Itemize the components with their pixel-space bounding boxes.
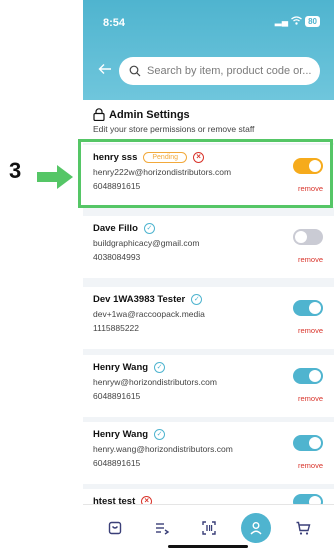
toggle-knob — [309, 437, 321, 449]
step-arrow-icon — [37, 165, 73, 189]
staff-name: Henry Wang — [93, 429, 149, 440]
toggle-knob — [309, 302, 321, 314]
toggle-knob — [309, 160, 321, 172]
staff-phone: 6048891615 — [93, 391, 141, 401]
staff-name-row: Henry Wang ✓ — [93, 362, 324, 373]
status-time: 8:54 — [103, 17, 126, 29]
cart-icon[interactable] — [288, 513, 318, 543]
verified-check-icon: ✓ — [154, 429, 166, 440]
staff-card: Henry Wang ✓ henry.wang@horizondistribut… — [83, 422, 334, 484]
staff-phone: 4038084993 — [93, 252, 141, 262]
permission-toggle[interactable] — [293, 229, 323, 245]
staff-name-row: henry sss Pending × — [93, 152, 324, 163]
staff-name: Dave Fillo — [93, 223, 138, 234]
search-icon — [129, 65, 141, 77]
remove-staff-link[interactable]: remove — [298, 461, 323, 470]
page-title: Admin Settings — [109, 108, 190, 121]
staff-name: henry sss — [93, 152, 138, 163]
permission-toggle[interactable] — [293, 368, 323, 384]
barcode-scan-icon[interactable] — [194, 513, 224, 543]
staff-name: Henry Wang — [93, 362, 149, 373]
remove-staff-link[interactable]: remove — [298, 394, 323, 403]
verified-check-icon: ✓ — [154, 362, 166, 373]
step-number: 3 — [9, 158, 22, 183]
staff-card: Henry Wang ✓ henryw@horizondistributors.… — [83, 355, 334, 417]
staff-phone: 6048891615 — [93, 458, 141, 468]
wifi-icon — [291, 16, 302, 27]
cancel-invite-icon[interactable]: × — [193, 152, 205, 163]
staff-card: henry sss Pending × henry222w@horizondis… — [83, 145, 334, 207]
search-input[interactable] — [147, 65, 317, 77]
settings-title-row: Admin Settings — [93, 108, 324, 121]
status-icons: ▂▄ 80 — [275, 16, 320, 27]
bottom-nav — [83, 504, 334, 550]
staff-name-row: Dave Fillo ✓ — [93, 223, 324, 234]
bag-icon[interactable] — [100, 513, 130, 543]
admin-settings-header: Admin Settings Edit your store permissio… — [83, 100, 334, 143]
staff-email: henry.wang@horizondistributors.com — [93, 444, 233, 454]
staff-phone: 6048891615 — [93, 181, 141, 191]
staff-email: buildgraphicacy@gmail.com — [93, 238, 200, 248]
staff-email: henryw@horizondistributors.com — [93, 377, 217, 387]
remove-staff-link[interactable]: remove — [298, 326, 323, 335]
staff-card: Dev 1WA3983 Tester ✓ dev+1wa@raccoopack.… — [83, 287, 334, 349]
app-header: 8:54 ▂▄ 80 — [83, 0, 334, 100]
phone-screen: 8:54 ▂▄ 80 Admin Settings Edit your — [83, 0, 334, 550]
signal-icon: ▂▄ — [274, 16, 289, 26]
lock-icon — [93, 108, 105, 121]
remove-staff-link[interactable]: remove — [298, 255, 323, 264]
staff-name-row: Henry Wang ✓ — [93, 429, 324, 440]
permission-toggle[interactable] — [293, 158, 323, 174]
profile-icon[interactable] — [240, 512, 271, 543]
permission-toggle[interactable] — [293, 435, 323, 451]
home-indicator — [168, 545, 248, 548]
remove-staff-link[interactable]: remove — [298, 184, 323, 193]
staff-name-row: Dev 1WA3983 Tester ✓ — [93, 294, 324, 305]
search-bar[interactable] — [119, 57, 320, 85]
staff-email: dev+1wa@raccoopack.media — [93, 309, 205, 319]
permission-toggle[interactable] — [293, 300, 323, 316]
staff-phone: 1115885222 — [93, 323, 140, 333]
pending-badge: Pending — [143, 152, 188, 163]
toggle-knob — [309, 370, 321, 382]
staff-card: Dave Fillo ✓ buildgraphicacy@gmail.com 4… — [83, 216, 334, 278]
staff-email: henry222w@horizondistributors.com — [93, 167, 232, 177]
verified-check-icon: ✓ — [191, 294, 203, 305]
screenshot-canvas: 3 8:54 ▂▄ 80 Admi — [0, 0, 334, 550]
verified-check-icon: ✓ — [143, 223, 155, 234]
toggle-knob — [295, 231, 307, 243]
staff-name: Dev 1WA3983 Tester — [93, 294, 186, 305]
list-add-icon[interactable] — [147, 513, 177, 543]
back-arrow-icon[interactable] — [98, 62, 114, 78]
battery-icon: 80 — [305, 16, 320, 27]
page-subtitle: Edit your store permissions or remove st… — [93, 124, 255, 134]
